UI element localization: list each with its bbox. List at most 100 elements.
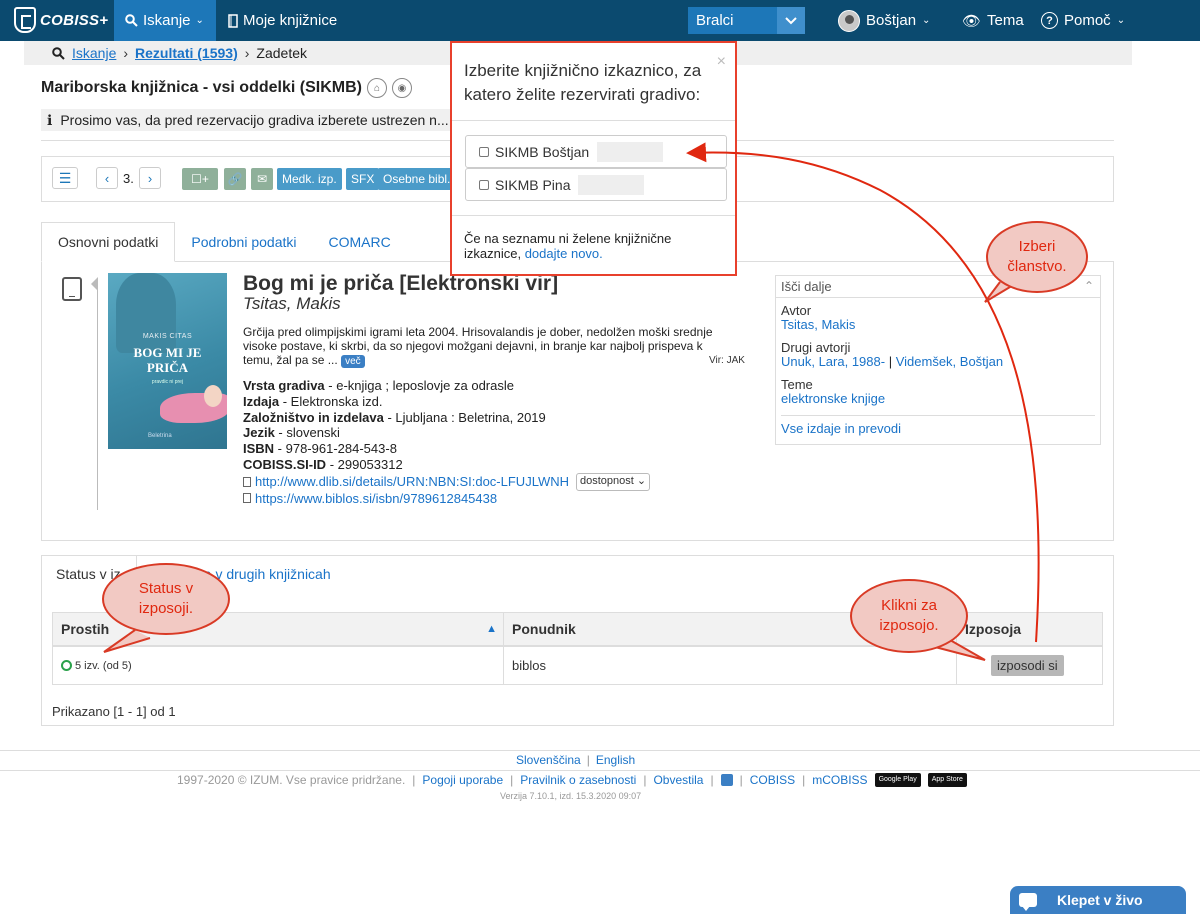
callout-text: Status v izposoji. <box>138 580 194 617</box>
more-button[interactable]: več <box>341 355 365 368</box>
close-icon[interactable]: × <box>717 53 726 71</box>
breadcrumb-results-link[interactable]: Rezultati (1593) <box>135 45 238 61</box>
borrow-button[interactable]: izposodi si <box>991 655 1064 676</box>
nav-my-libraries[interactable]: Moje knjižnice <box>228 0 337 41</box>
meta-value: - slovenski <box>274 425 340 441</box>
personal-bibliography-button[interactable]: Osebne bibl. <box>378 168 456 190</box>
chevron-down-icon[interactable] <box>777 7 805 34</box>
interlibrary-loan-button[interactable]: Medk. izp. <box>277 168 342 190</box>
link-button[interactable]: 🔗 <box>224 168 246 190</box>
add-new-card-link[interactable]: dodajte novo. <box>525 246 603 261</box>
language-switcher: Slovenščina | English <box>516 753 635 767</box>
location-pin-icon[interactable]: ◉ <box>391 78 412 98</box>
tab-detailed-data[interactable]: Podrobni podatki <box>175 222 312 262</box>
cover-title: BOG MI JE PRIČA <box>108 345 227 375</box>
book-cover-image: MAKIS CITAS BOG MI JE PRIČA pravdic ni pr… <box>108 273 227 449</box>
google-play-badge[interactable]: Google Play <box>874 773 921 787</box>
chevron-right-icon: › <box>244 45 250 61</box>
all-editions-link[interactable]: Vse izdaje in prevodi <box>781 421 901 436</box>
column-label: Prostih <box>61 621 110 637</box>
nav-my-libraries-label: Moje knjižnice <box>243 12 338 29</box>
tab-basic-data[interactable]: Osnovni podatki <box>41 222 176 262</box>
separator: | <box>586 753 590 767</box>
role-select[interactable]: Bralci <box>688 7 805 34</box>
info-icon: ℹ <box>47 111 53 128</box>
meta-row: Jezik - slovenski <box>243 425 650 441</box>
lang-english[interactable]: English <box>596 753 635 767</box>
meta-label: Izdaja <box>243 393 280 409</box>
meta-value: - 978-961-284-543-8 <box>274 441 397 457</box>
previous-record-button[interactable]: ‹ <box>96 167 118 189</box>
email-button[interactable]: ✉ <box>251 168 273 190</box>
meta-row: ISBN - 978-961-284-543-8 <box>243 441 650 457</box>
column-header-loan[interactable]: Izposoja <box>957 613 1102 645</box>
breadcrumb-search-link[interactable]: Iskanje <box>72 45 116 61</box>
cover-figure-face <box>204 385 222 407</box>
callout-click-to-borrow: Klikni za izposojo. <box>850 579 968 653</box>
footer-privacy-link[interactable]: Pravilnik o zasebnosti <box>520 773 636 787</box>
search-further-title: Išči dalje <box>781 279 832 294</box>
rss-icon[interactable] <box>720 774 733 786</box>
meta-link-row: https://www.biblos.si/isbn/9789612845438 <box>243 491 650 507</box>
theme-menu[interactable]: 👁 Tema <box>962 0 1024 41</box>
cell-available: 5 izv. (od 5) <box>53 647 504 684</box>
divider <box>0 770 1200 771</box>
footer-terms-link[interactable]: Pogoji uporabe <box>422 773 503 787</box>
author-link[interactable]: Tsitas, Makis <box>781 317 855 332</box>
card-checkbox[interactable] <box>479 146 489 157</box>
search-icon <box>52 46 65 60</box>
meta-row: Izdaja - Elektronska izd. <box>243 394 650 410</box>
help-menu[interactable]: ? Pomoč ⌄ <box>1041 0 1125 41</box>
bookmark-add-button[interactable]: ☐+ <box>182 168 218 190</box>
sfx-button[interactable]: SFX <box>346 168 380 190</box>
library-book-icon <box>228 13 238 28</box>
author-label: Avtor <box>781 303 812 318</box>
other-author-link[interactable]: Unuk, Lara, 1988- <box>781 354 885 369</box>
lang-slovene[interactable]: Slovenščina <box>516 753 581 767</box>
footer-links: 1997-2020 © IZUM. Vse pravice pridržane.… <box>177 773 967 787</box>
card-checkbox[interactable] <box>479 179 489 190</box>
logo-icon <box>14 7 36 33</box>
footer-mcobiss-link[interactable]: mCOBISS <box>812 773 867 787</box>
user-menu[interactable]: Boštjan ⌄ <box>838 0 930 41</box>
dlib-link[interactable]: http://www.dlib.si/details/URN:NBN:SI:do… <box>255 474 569 490</box>
tab-comarc[interactable]: COMARC <box>312 222 406 262</box>
footer-notices-link[interactable]: Obvestila <box>653 773 703 787</box>
topics-label: Teme <box>781 377 813 392</box>
record-number: 3. <box>123 171 134 186</box>
divider <box>452 120 735 121</box>
cell-provider: biblos <box>504 647 957 684</box>
sort-asc-icon[interactable]: ▲ <box>486 623 497 635</box>
topic-link[interactable]: elektronske knjige <box>781 391 885 406</box>
help-label: Pomoč <box>1064 12 1111 29</box>
meta-row: Vrsta gradiva - e-knjiga ; leposlovje za… <box>243 378 650 394</box>
abstract-text: Grčija pred olimpijskimi igrami leta 200… <box>243 325 713 367</box>
home-icon[interactable]: ⌂ <box>366 78 387 98</box>
other-author-link[interactable]: Videmšek, Boštjan <box>896 354 1003 369</box>
library-card-option[interactable]: SIKMB Pina <box>465 168 727 201</box>
library-card-option[interactable]: SIKMB Boštjan <box>465 135 727 168</box>
document-icon <box>243 476 251 487</box>
cobiss-logo[interactable]: COBISS+ <box>14 6 108 34</box>
user-name: Boštjan <box>866 12 917 29</box>
book-author: Tsitas, Makis <box>243 294 341 313</box>
notice-text: Prosimo vas, da pred rezervacijo gradiva… <box>60 112 461 128</box>
library-title: Mariborska knjižnica - vsi oddelki (SIKM… <box>41 79 362 96</box>
nav-search-tab[interactable]: Iskanje ⌄ <box>114 0 216 41</box>
theme-label: Tema <box>987 12 1024 29</box>
app-store-badge[interactable]: App Store <box>927 773 967 787</box>
biblos-link[interactable]: https://www.biblos.si/isbn/9789612845438 <box>255 491 497 507</box>
results-count: Prikazano [1 - 1] od 1 <box>52 704 176 719</box>
list-view-icon[interactable]: ☰ <box>52 167 78 189</box>
footer-cobiss-link[interactable]: COBISS <box>750 773 795 787</box>
divider <box>0 750 1200 751</box>
meta-link-row: http://www.dlib.si/details/URN:NBN:SI:do… <box>243 472 651 491</box>
availability-select[interactable]: dostopnost ⌄ <box>576 472 651 491</box>
live-chat-button[interactable]: Klepet v živo <box>1010 886 1186 914</box>
card-label: SIKMB Boštjan <box>495 143 590 160</box>
next-record-button[interactable]: › <box>139 167 161 189</box>
meta-label: Vrsta gradiva <box>243 378 325 393</box>
ebook-device-icon <box>62 277 82 301</box>
book-abstract: Grčija pred olimpijskimi igrami leta 200… <box>243 325 733 368</box>
chevron-up-icon[interactable]: ⌃ <box>1084 279 1094 293</box>
